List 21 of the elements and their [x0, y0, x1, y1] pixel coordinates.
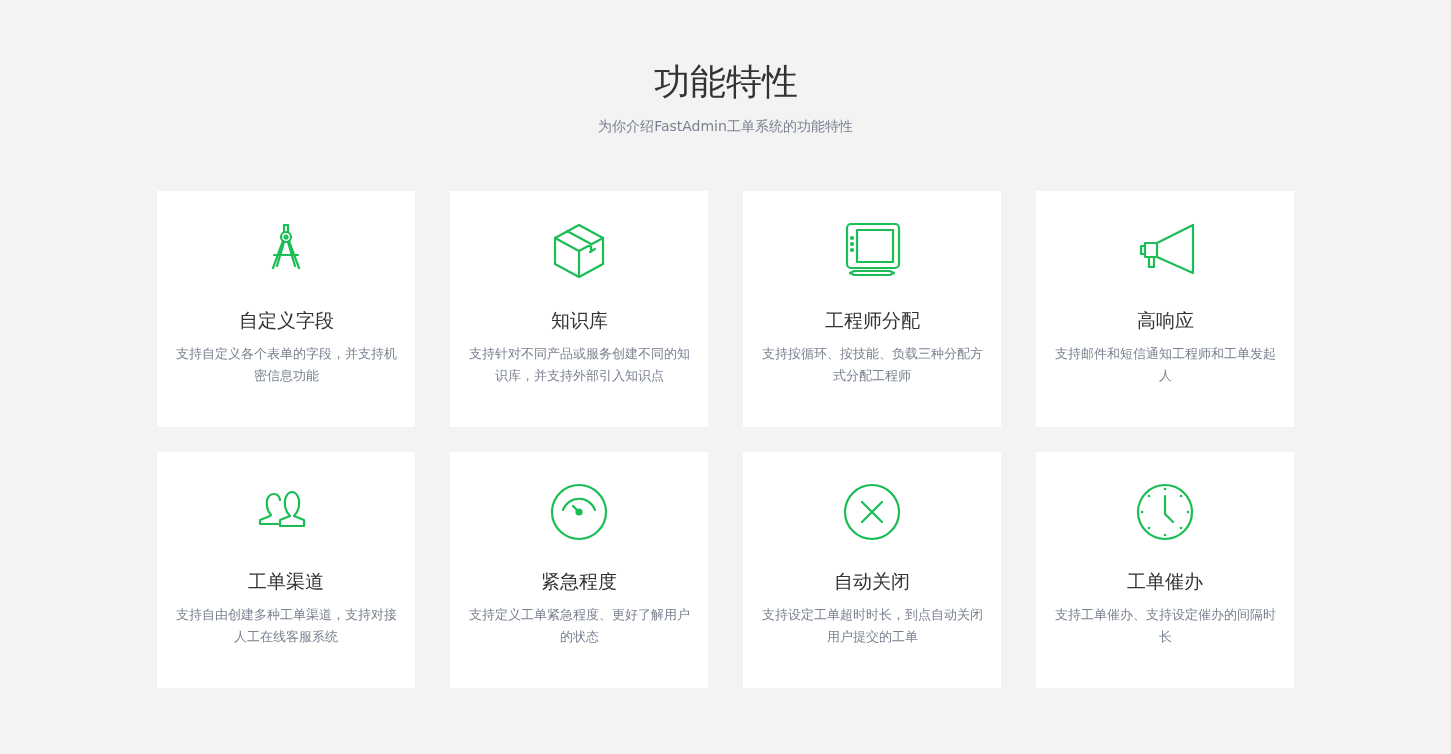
feature-title: 高响应 — [1136, 308, 1194, 333]
feature-description: 支持按循环、按技能、负载三种分配方式分配工程师 — [760, 345, 984, 385]
close-icon — [842, 482, 902, 542]
feature-title: 工单催办 — [1127, 569, 1203, 594]
feature-description: 支持工单催办、支持设定催办的间隔时长 — [1053, 606, 1277, 646]
feature-title: 紧急程度 — [541, 569, 617, 594]
feature-title: 自定义字段 — [238, 308, 334, 333]
feature-title: 工单渠道 — [248, 569, 324, 594]
feature-title: 自动关闭 — [834, 569, 910, 594]
feature-title: 知识库 — [550, 308, 608, 333]
clock-icon — [1135, 482, 1195, 542]
feature-description: 支持自由创建多种工单渠道，支持对接人工在线客服系统 — [174, 606, 398, 646]
section-title: 功能特性 — [653, 60, 798, 104]
feature-title: 工程师分配 — [824, 308, 920, 333]
section-subtitle: 为你介绍FastAdmin工单系统的功能特性 — [598, 117, 853, 136]
feature-description: 支持定义工单紧急程度、更好了解用户的状态 — [467, 606, 691, 646]
feature-description: 支持设定工单超时时长，到点自动关闭用户提交的工单 — [760, 606, 984, 646]
feature-description: 支持针对不同产品或服务创建不同的知识库，并支持外部引入知识点 — [467, 345, 691, 385]
feature-description: 支持自定义各个表单的字段，并支持机密信息功能 — [174, 345, 398, 385]
feature-description: 支持邮件和短信通知工程师和工单发起人 — [1053, 345, 1277, 385]
gauge-icon — [549, 482, 609, 542]
